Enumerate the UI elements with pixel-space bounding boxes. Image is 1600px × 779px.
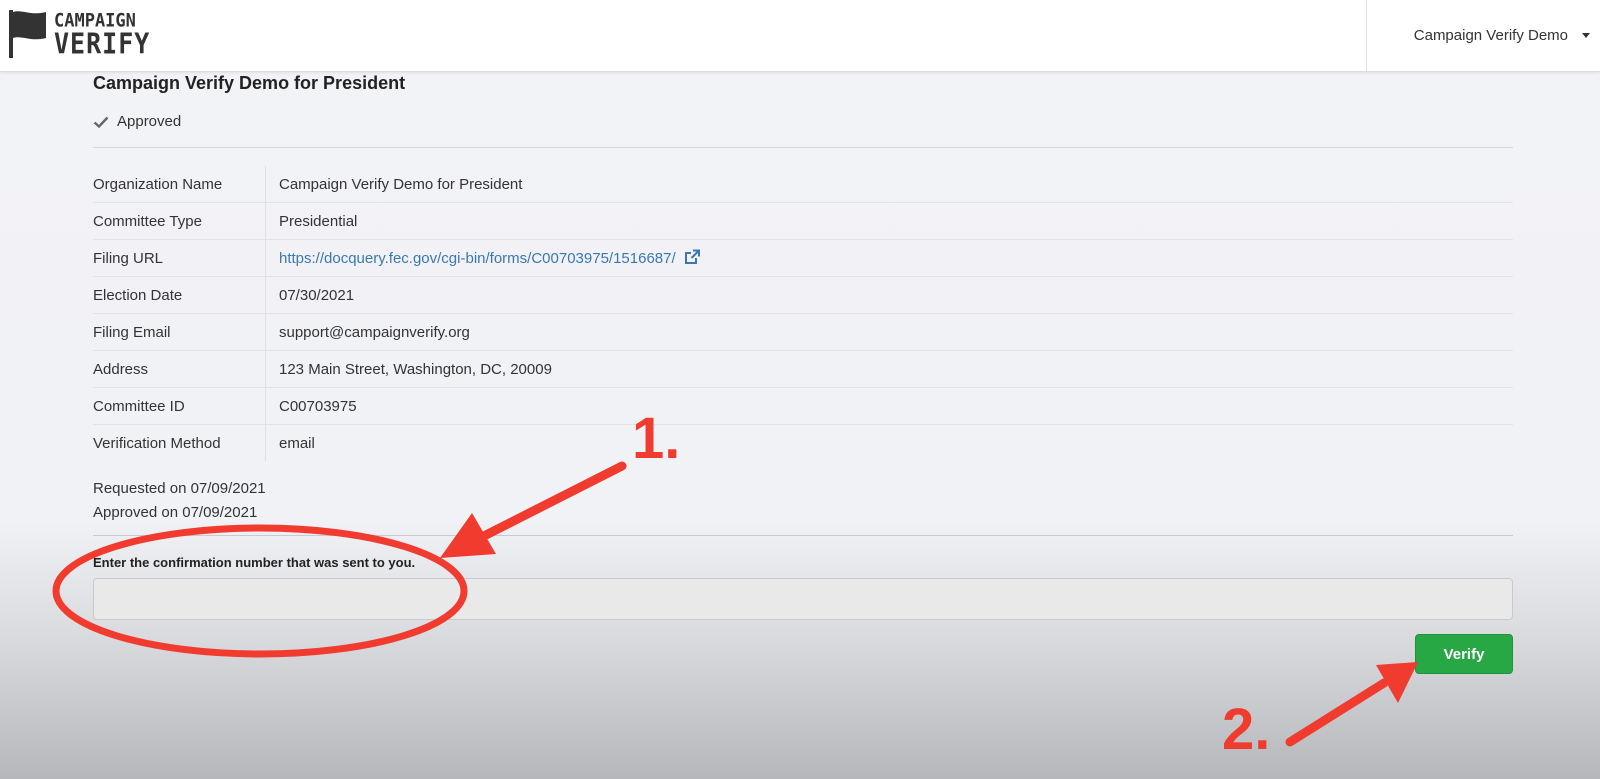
- user-menu-label: Campaign Verify Demo: [1413, 27, 1568, 44]
- approved-date: Approved on 07/09/2021: [93, 504, 258, 521]
- row-value: 123 Main Street, Washington, DC, 20009: [265, 350, 1513, 388]
- row-value: Presidential: [265, 202, 1513, 240]
- row-label: Filing URL: [93, 239, 266, 277]
- table-row: Filing URL https://docquery.fec.gov/cgi-…: [93, 239, 1513, 277]
- row-label: Filing Email: [93, 313, 266, 351]
- flag-icon: [9, 10, 46, 58]
- row-label: Election Date: [93, 276, 266, 314]
- row-value: Campaign Verify Demo for President: [265, 166, 1513, 203]
- row-label: Committee ID: [93, 387, 266, 425]
- row-label: Address: [93, 350, 266, 388]
- row-label: Organization Name: [93, 166, 266, 203]
- table-row: Organization Name Campaign Verify Demo f…: [93, 166, 1513, 203]
- caret-down-icon: [1582, 33, 1590, 38]
- row-value: email: [279, 434, 315, 452]
- row-value: support@campaignverify.org: [265, 313, 1513, 351]
- annotation-step-1: 1.: [632, 406, 681, 471]
- table-row: Election Date 07/30/2021: [93, 276, 1513, 314]
- confirmation-number-input[interactable]: [93, 578, 1513, 620]
- table-row: Verification Method email: [93, 424, 1513, 461]
- request-dates: Requested on 07/09/2021 Approved on 07/0…: [93, 477, 266, 525]
- verify-button[interactable]: Verify: [1415, 634, 1513, 674]
- filing-url-link[interactable]: https://docquery.fec.gov/cgi-bin/forms/C…: [279, 250, 676, 267]
- divider: [93, 147, 1513, 148]
- divider: [93, 535, 1513, 536]
- row-value: 07/30/2021: [265, 276, 1513, 314]
- user-account-dropdown[interactable]: Campaign Verify Demo: [1366, 0, 1600, 71]
- row-label: Committee Type: [93, 202, 266, 240]
- checkmark-icon: [93, 116, 109, 128]
- table-row: Filing Email support@campaignverify.org: [93, 313, 1513, 351]
- requested-date: Requested on 07/09/2021: [93, 480, 266, 497]
- page-title: Campaign Verify Demo for President: [93, 73, 406, 93]
- status-label: Approved: [117, 113, 182, 130]
- row-label: Verification Method: [93, 424, 266, 461]
- annotation-step-2: 2.: [1222, 697, 1271, 762]
- external-link-icon[interactable]: [684, 249, 701, 265]
- top-navbar: CAMPAIGN VERIFY Campaign Verify Demo: [0, 0, 1600, 72]
- organization-details-table: Organization Name Campaign Verify Demo f…: [93, 166, 1513, 461]
- status-approved: Approved: [93, 113, 181, 130]
- logo-line-2: VERIFY: [54, 26, 151, 61]
- annotation-arrow-1: [440, 461, 627, 558]
- campaign-verify-logo[interactable]: CAMPAIGN VERIFY: [8, 9, 150, 61]
- table-row: Committee Type Presidential: [93, 202, 1513, 240]
- table-row: Address 123 Main Street, Washington, DC,…: [93, 350, 1513, 388]
- annotation-arrow-2: [1285, 662, 1418, 747]
- confirmation-prompt: Enter the confirmation number that was s…: [93, 555, 416, 570]
- row-value: https://docquery.fec.gov/cgi-bin/forms/C…: [265, 239, 1513, 277]
- logo-wordmark: CAMPAIGN VERIFY: [54, 9, 151, 61]
- table-row: Committee ID C00703975: [93, 387, 1513, 425]
- row-value: C00703975: [265, 387, 1513, 425]
